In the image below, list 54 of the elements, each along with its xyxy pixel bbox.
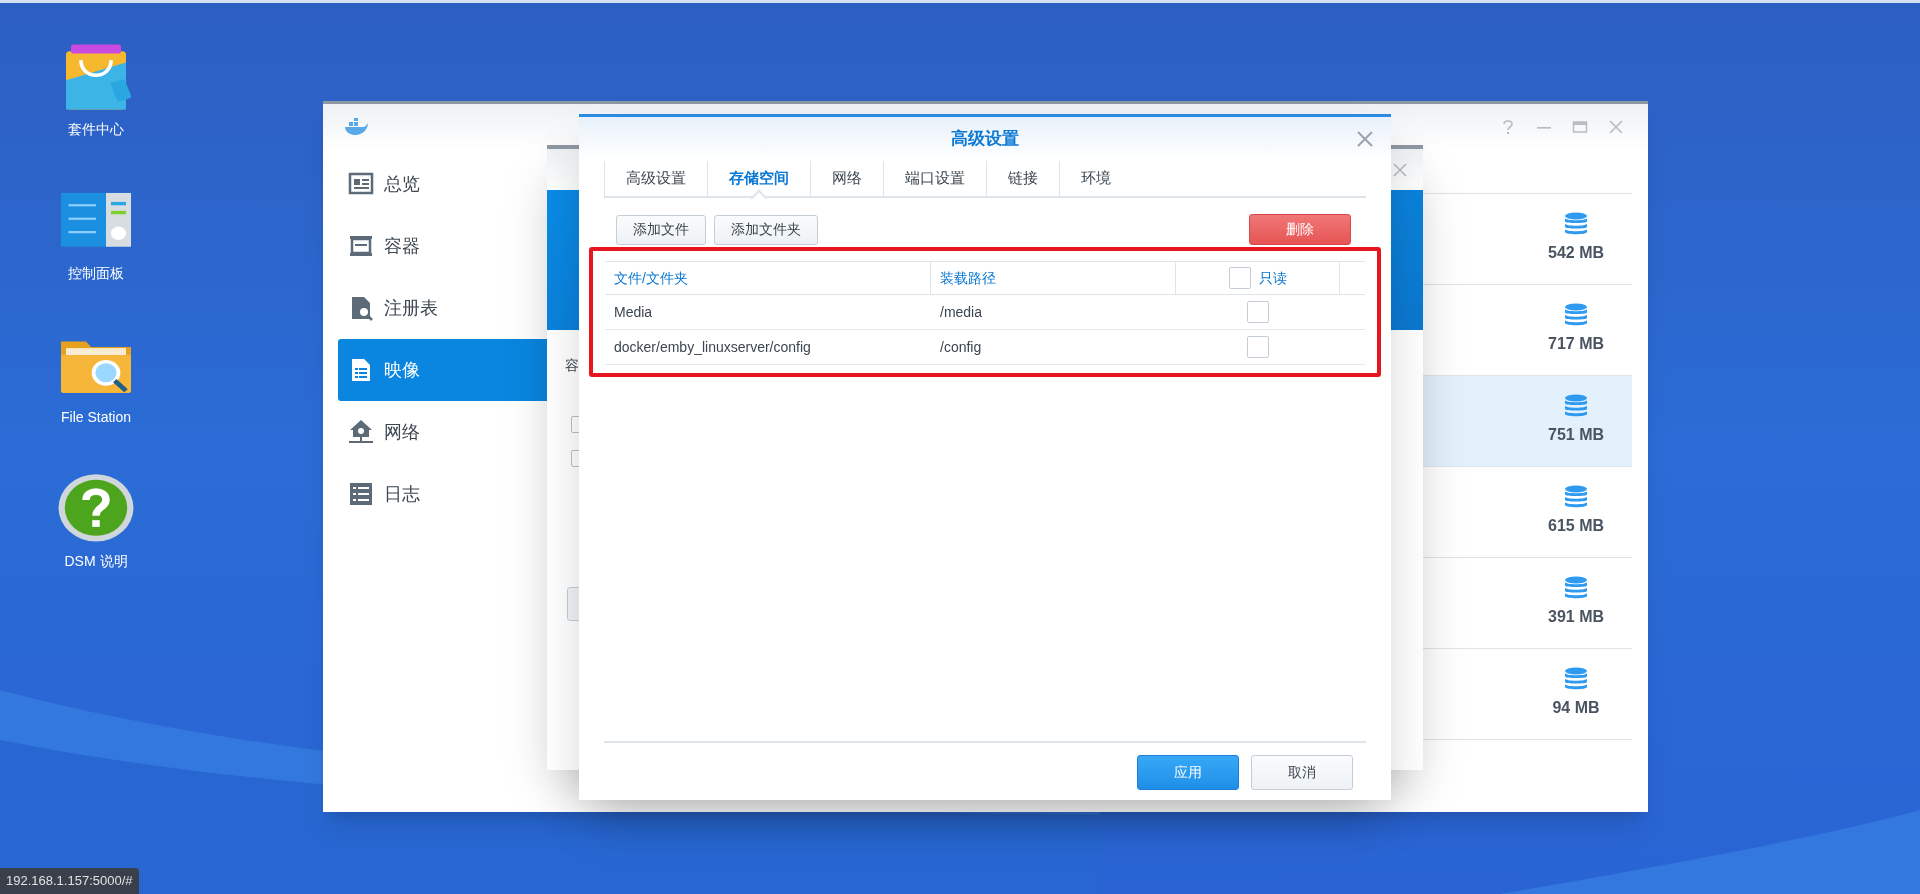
container-icon xyxy=(348,233,374,259)
sidebar-item[interactable]: 总览 xyxy=(338,153,547,215)
field-label: 容 xyxy=(565,356,579,375)
database-icon xyxy=(1564,576,1588,600)
database-icon xyxy=(1564,667,1588,691)
app-icon[interactable] xyxy=(56,472,136,544)
dialog-title: 高级设置 xyxy=(951,128,1019,151)
table-cell-text: /media xyxy=(939,302,984,322)
checkbox[interactable] xyxy=(1228,267,1251,289)
database-icon xyxy=(1564,303,1588,327)
database-icon xyxy=(1564,394,1588,418)
tab[interactable]: 高级设置 xyxy=(604,161,707,196)
overview-icon xyxy=(348,171,374,197)
maximize-icon[interactable] xyxy=(1572,119,1588,135)
app-label: File Station xyxy=(60,410,131,424)
whale-icon xyxy=(343,118,369,136)
tab[interactable]: 链接 xyxy=(986,161,1059,196)
column-header: 只读 xyxy=(1258,268,1287,288)
database-icon xyxy=(1564,212,1588,236)
tab[interactable]: 环境 xyxy=(1059,161,1132,196)
network-icon xyxy=(348,419,374,445)
column-header[interactable]: 装载路径 xyxy=(931,267,996,289)
log-icon xyxy=(348,481,374,507)
size-label: 615 MB xyxy=(1548,516,1604,536)
size-label: 391 MB xyxy=(1548,607,1604,627)
size-label: 542 MB xyxy=(1548,243,1604,263)
close-icon[interactable] xyxy=(1608,119,1624,135)
checkbox[interactable] xyxy=(1246,336,1269,358)
sidebar-item[interactable]: 注册表 xyxy=(338,277,547,339)
checkbox[interactable] xyxy=(1246,301,1269,323)
app-label: DSM 说明 xyxy=(64,554,128,568)
close-icon[interactable] xyxy=(1357,131,1373,147)
table-cell-text: Media xyxy=(613,302,654,322)
sidebar-item[interactable]: 日志 xyxy=(338,463,547,525)
column-header[interactable]: 文件/文件夹 xyxy=(605,267,930,289)
database-icon xyxy=(1564,485,1588,509)
table-cell-text: /config xyxy=(939,337,983,357)
table-cell-text: docker/emby_linuxserver/config xyxy=(613,337,812,357)
tab[interactable]: 端口设置 xyxy=(883,161,986,196)
help-icon[interactable] xyxy=(1500,119,1516,135)
size-label: 717 MB xyxy=(1548,334,1604,354)
status-url: 192.168.1.157:5000/# xyxy=(0,868,139,894)
sidebar-item[interactable]: 网络 xyxy=(338,401,547,463)
add-file-button[interactable]: 添加文件 xyxy=(616,214,706,245)
cancel-button[interactable]: 取消 xyxy=(1251,755,1353,790)
sidebar-item[interactable]: 容器 xyxy=(338,215,547,277)
app-label: 套件中心 xyxy=(68,122,124,136)
app-label: 控制面板 xyxy=(68,266,124,280)
size-label: 751 MB xyxy=(1548,425,1604,445)
sidebar-item[interactable]: 映像 xyxy=(338,339,547,401)
close-icon[interactable] xyxy=(1393,162,1407,177)
add-folder-button[interactable]: 添加文件夹 xyxy=(714,214,818,245)
size-label: 94 MB xyxy=(1552,698,1600,718)
tab[interactable]: 网络 xyxy=(810,161,883,196)
